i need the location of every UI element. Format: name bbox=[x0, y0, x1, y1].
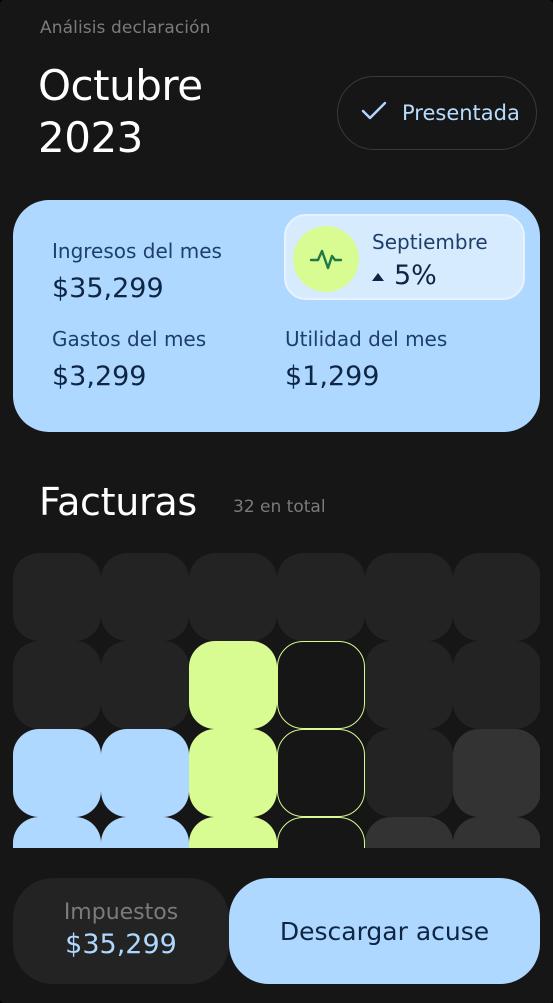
invoice-tile[interactable] bbox=[365, 641, 453, 729]
comparison-month: Septiembre bbox=[372, 230, 488, 254]
invoice-tile[interactable] bbox=[13, 729, 101, 817]
title-year: 2023 bbox=[38, 113, 143, 162]
expenses-label: Gastos del mes bbox=[52, 327, 207, 351]
invoice-tile[interactable] bbox=[277, 817, 365, 848]
invoice-tile[interactable] bbox=[277, 641, 365, 729]
income-value: $35,299 bbox=[52, 273, 164, 304]
download-receipt-button[interactable]: Descargar acuse bbox=[229, 878, 540, 984]
profit-value: $1,299 bbox=[285, 361, 380, 392]
previous-month-comparison[interactable]: Septiembre 5% bbox=[284, 214, 525, 300]
checkmark-icon bbox=[360, 100, 388, 126]
caret-up-icon bbox=[372, 266, 384, 285]
invoice-tile[interactable] bbox=[277, 553, 365, 641]
invoice-tile[interactable] bbox=[365, 817, 453, 848]
monthly-summary-card: Ingresos del mes $35,299 Septiembre 5% G… bbox=[13, 200, 540, 432]
tax-analysis-screen: Análisis declaración Octubre 2023 Presen… bbox=[0, 0, 553, 1003]
page-subtitle: Análisis declaración bbox=[40, 18, 211, 38]
taxes-label: Impuestos bbox=[63, 900, 179, 925]
invoice-grid bbox=[13, 553, 540, 848]
status-label: Presentada bbox=[402, 101, 520, 125]
invoice-tile[interactable] bbox=[453, 641, 540, 729]
invoices-count: 32 en total bbox=[233, 497, 326, 517]
invoices-title: Facturas bbox=[39, 480, 197, 524]
invoice-tile[interactable] bbox=[13, 817, 101, 848]
invoice-tile[interactable] bbox=[189, 553, 277, 641]
activity-pulse-icon bbox=[293, 226, 359, 292]
expenses-metric: Gastos del mes $3,299 bbox=[52, 327, 206, 392]
invoice-tile[interactable] bbox=[453, 729, 540, 817]
profit-label: Utilidad del mes bbox=[285, 327, 448, 351]
invoice-tile[interactable] bbox=[101, 641, 189, 729]
invoice-tile[interactable] bbox=[453, 817, 540, 848]
invoice-tile[interactable] bbox=[101, 817, 189, 848]
invoice-tile[interactable] bbox=[101, 553, 189, 641]
invoice-tile[interactable] bbox=[189, 817, 277, 848]
expenses-value: $3,299 bbox=[52, 361, 147, 392]
title-month: Octubre bbox=[38, 61, 203, 110]
invoice-tile[interactable] bbox=[365, 553, 453, 641]
invoice-tile[interactable] bbox=[13, 641, 101, 729]
taxes-summary[interactable]: Impuestos $35,299 bbox=[13, 878, 229, 984]
invoice-tile[interactable] bbox=[13, 553, 101, 641]
invoice-tile[interactable] bbox=[453, 553, 540, 641]
taxes-value: $35,299 bbox=[65, 929, 177, 960]
profit-metric: Utilidad del mes $1,299 bbox=[285, 327, 447, 392]
invoice-tile[interactable] bbox=[101, 729, 189, 817]
comparison-change: 5% bbox=[372, 260, 437, 291]
comparison-percent: 5% bbox=[394, 260, 437, 291]
income-label: Ingresos del mes bbox=[52, 239, 222, 263]
invoice-tile[interactable] bbox=[189, 641, 277, 729]
invoice-tile[interactable] bbox=[189, 729, 277, 817]
invoice-tile[interactable] bbox=[365, 729, 453, 817]
invoice-tile[interactable] bbox=[277, 729, 365, 817]
page-title: Octubre 2023 bbox=[38, 60, 203, 164]
status-badge[interactable]: Presentada bbox=[337, 76, 537, 150]
income-metric: Ingresos del mes $35,299 bbox=[52, 239, 222, 304]
